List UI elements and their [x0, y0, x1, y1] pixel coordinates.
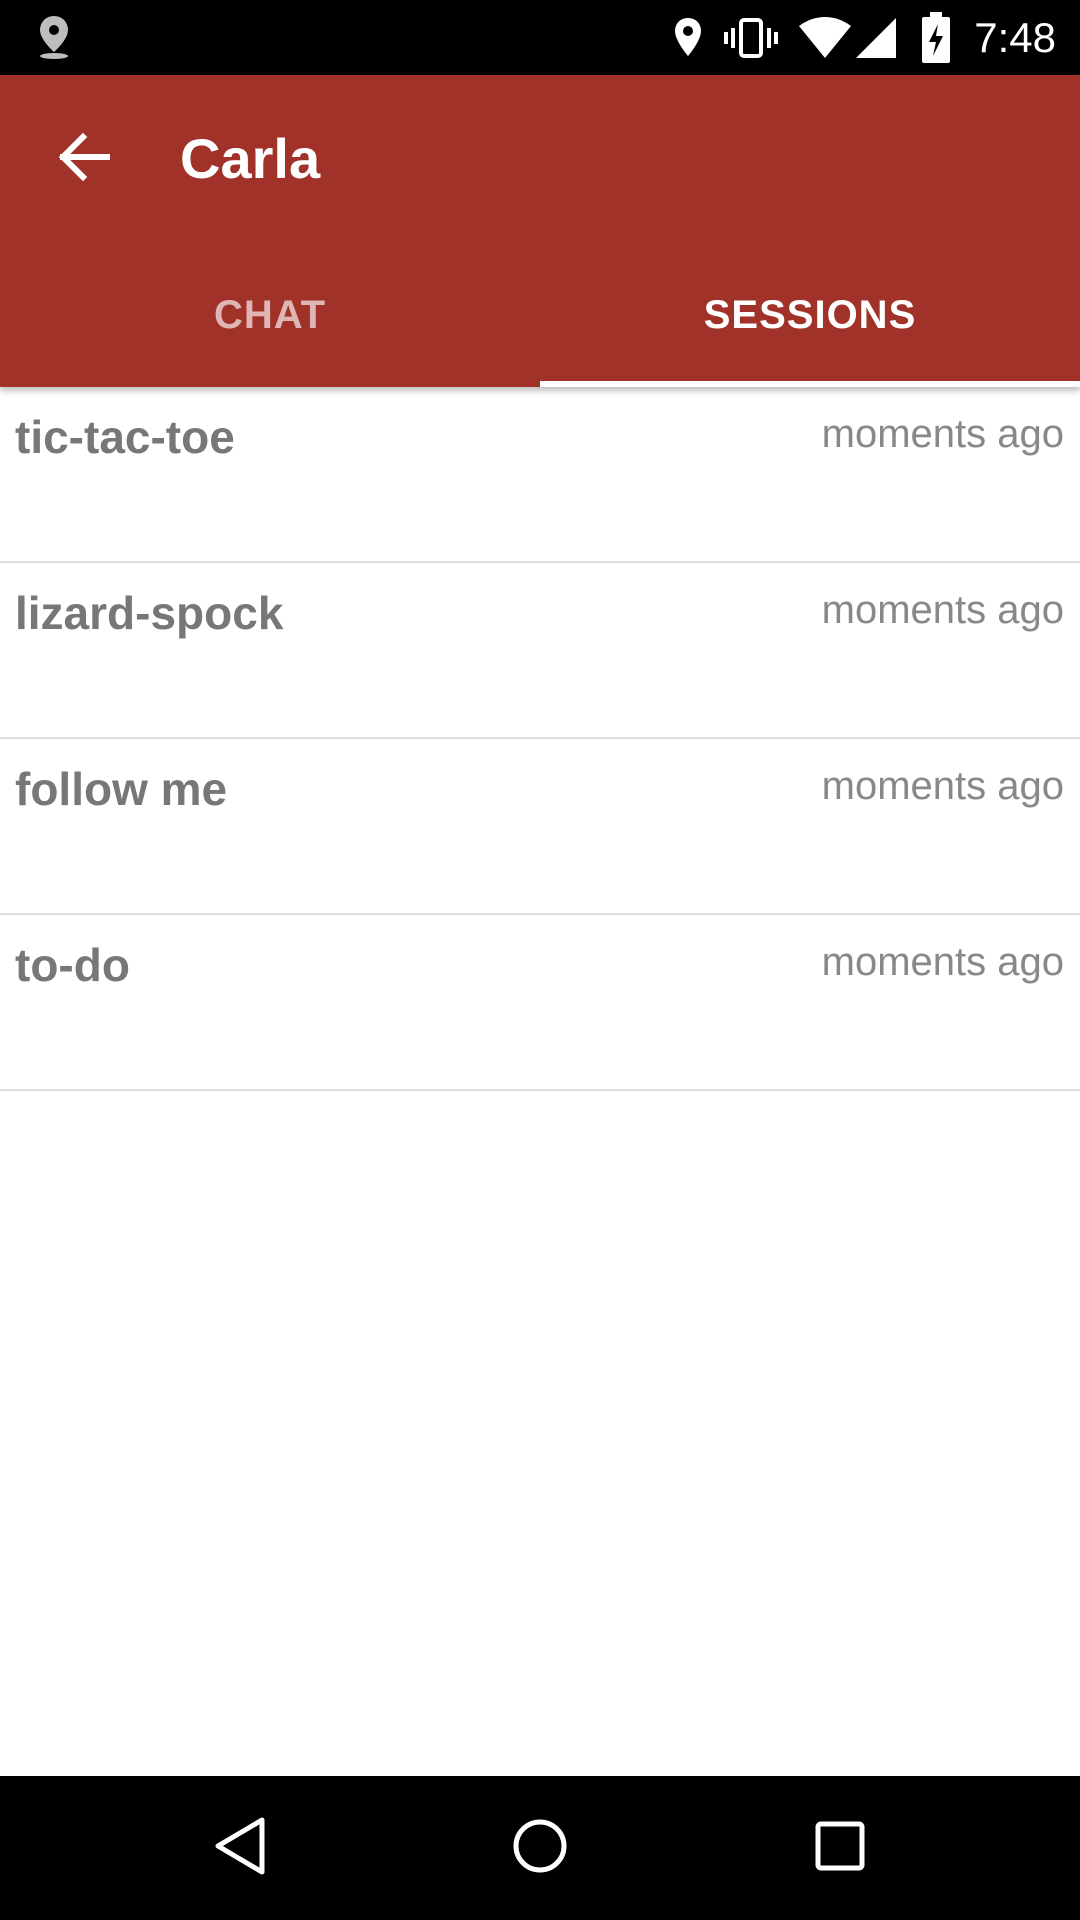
- back-triangle-icon: [210, 1814, 270, 1883]
- tab-sessions[interactable]: SESSIONS: [540, 243, 1080, 387]
- list-item[interactable]: tic-tac-toe moments ago: [0, 387, 1080, 563]
- recents-square-icon: [812, 1818, 868, 1879]
- nav-back-button[interactable]: [190, 1798, 290, 1898]
- vibrate-icon: [722, 0, 780, 75]
- session-name: tic-tac-toe: [15, 411, 235, 463]
- session-name: to-do: [15, 939, 130, 991]
- session-name: lizard-spock: [15, 587, 284, 639]
- nav-home-button[interactable]: [490, 1798, 590, 1898]
- status-bar: 7:48: [0, 0, 1080, 75]
- cell-signal-icon: [852, 0, 900, 75]
- location-marker-icon: [32, 0, 76, 75]
- tab-chat-label: CHAT: [213, 292, 327, 337]
- session-time: moments ago: [821, 940, 1064, 984]
- list-item[interactable]: lizard-spock moments ago: [0, 563, 1080, 739]
- wifi-icon: [795, 0, 855, 75]
- session-time: moments ago: [821, 588, 1064, 632]
- tab-chat[interactable]: CHAT: [0, 243, 540, 387]
- list-item[interactable]: to-do moments ago: [0, 915, 1080, 1091]
- page-title: Carla: [180, 127, 321, 190]
- tab-sessions-label: SESSIONS: [703, 292, 917, 337]
- list-item[interactable]: follow me moments ago: [0, 739, 1080, 915]
- tab-bar: CHAT SESSIONS: [0, 243, 1080, 387]
- session-name: follow me: [15, 763, 228, 815]
- battery-charging-icon: [918, 0, 954, 75]
- session-time: moments ago: [821, 412, 1064, 456]
- nav-recents-button[interactable]: [790, 1798, 890, 1898]
- session-time: moments ago: [821, 764, 1064, 808]
- arrow-left-icon: [57, 132, 111, 187]
- status-time: 7:48: [974, 13, 1056, 61]
- app-bar: Carla CHAT SESSIONS: [0, 75, 1080, 387]
- system-nav-bar: [0, 1776, 1080, 1920]
- back-button[interactable]: [42, 117, 126, 201]
- sessions-list: tic-tac-toe moments ago lizard-spock mom…: [0, 387, 1080, 1091]
- location-pin-icon: [668, 0, 708, 75]
- home-circle-icon: [510, 1816, 570, 1881]
